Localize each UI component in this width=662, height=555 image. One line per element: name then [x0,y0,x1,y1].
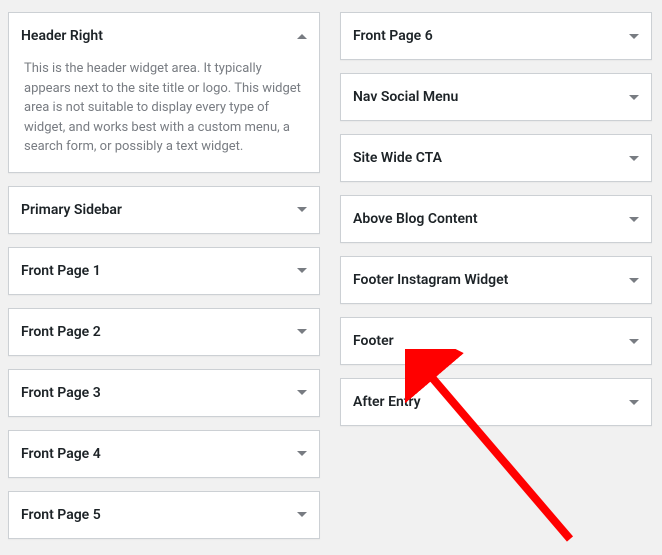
widget-toggle-front-page-2[interactable]: Front Page 2 [9,309,319,355]
widget-area-primary-sidebar: Primary Sidebar [8,186,320,234]
widget-title: Nav Social Menu [353,89,458,105]
widget-title: Front Page 4 [21,446,101,462]
chevron-down-icon [297,268,307,273]
widget-area-left-column: Header Right This is the header widget a… [8,12,320,539]
chevron-up-icon [297,34,307,39]
widget-toggle-front-page-4[interactable]: Front Page 4 [9,431,319,477]
chevron-down-icon [629,400,639,405]
widget-title: Site Wide CTA [353,150,442,166]
widget-title: After Entry [353,394,421,410]
widget-toggle-above-blog-content[interactable]: Above Blog Content [341,196,651,242]
widget-area-site-wide-cta: Site Wide CTA [340,134,652,182]
widget-area-above-blog-content: Above Blog Content [340,195,652,243]
widget-title: Header Right [21,28,103,44]
widget-title: Primary Sidebar [21,202,122,218]
chevron-down-icon [629,339,639,344]
widget-toggle-site-wide-cta[interactable]: Site Wide CTA [341,135,651,181]
widget-area-footer: Footer [340,317,652,365]
widget-title: Above Blog Content [353,211,478,227]
chevron-down-icon [629,217,639,222]
chevron-down-icon [297,390,307,395]
widget-toggle-front-page-6[interactable]: Front Page 6 [341,13,651,59]
widget-title: Front Page 6 [353,28,433,44]
widget-description: This is the header widget area. It typic… [9,59,319,172]
widget-toggle-footer-instagram-widget[interactable]: Footer Instagram Widget [341,257,651,303]
chevron-down-icon [629,278,639,283]
widget-area-nav-social-menu: Nav Social Menu [340,73,652,121]
widget-toggle-primary-sidebar[interactable]: Primary Sidebar [9,187,319,233]
widget-title: Front Page 3 [21,385,101,401]
widget-area-front-page-1: Front Page 1 [8,247,320,295]
widget-toggle-front-page-3[interactable]: Front Page 3 [9,370,319,416]
widget-area-right-column: Front Page 6 Nav Social Menu Site Wide C… [340,12,652,539]
widget-title: Front Page 1 [21,263,101,279]
widget-area-footer-instagram-widget: Footer Instagram Widget [340,256,652,304]
widget-area-front-page-3: Front Page 3 [8,369,320,417]
chevron-down-icon [297,207,307,212]
widget-area-front-page-5: Front Page 5 [8,491,320,539]
widget-toggle-header-right[interactable]: Header Right [9,13,319,59]
widget-toggle-front-page-1[interactable]: Front Page 1 [9,248,319,294]
widget-toggle-footer[interactable]: Footer [341,318,651,364]
chevron-down-icon [629,156,639,161]
widget-toggle-after-entry[interactable]: After Entry [341,379,651,425]
widget-area-after-entry: After Entry [340,378,652,426]
widget-title: Footer Instagram Widget [353,272,508,288]
widget-toggle-nav-social-menu[interactable]: Nav Social Menu [341,74,651,120]
widget-area-front-page-4: Front Page 4 [8,430,320,478]
chevron-down-icon [297,329,307,334]
widget-title: Footer [353,333,394,349]
chevron-down-icon [297,512,307,517]
widget-title: Front Page 2 [21,324,101,340]
widget-area-front-page-2: Front Page 2 [8,308,320,356]
widget-area-header-right: Header Right This is the header widget a… [8,12,320,173]
widget-area-front-page-6: Front Page 6 [340,12,652,60]
chevron-down-icon [629,95,639,100]
widget-toggle-front-page-5[interactable]: Front Page 5 [9,492,319,538]
widget-title: Front Page 5 [21,507,101,523]
chevron-down-icon [629,34,639,39]
chevron-down-icon [297,451,307,456]
